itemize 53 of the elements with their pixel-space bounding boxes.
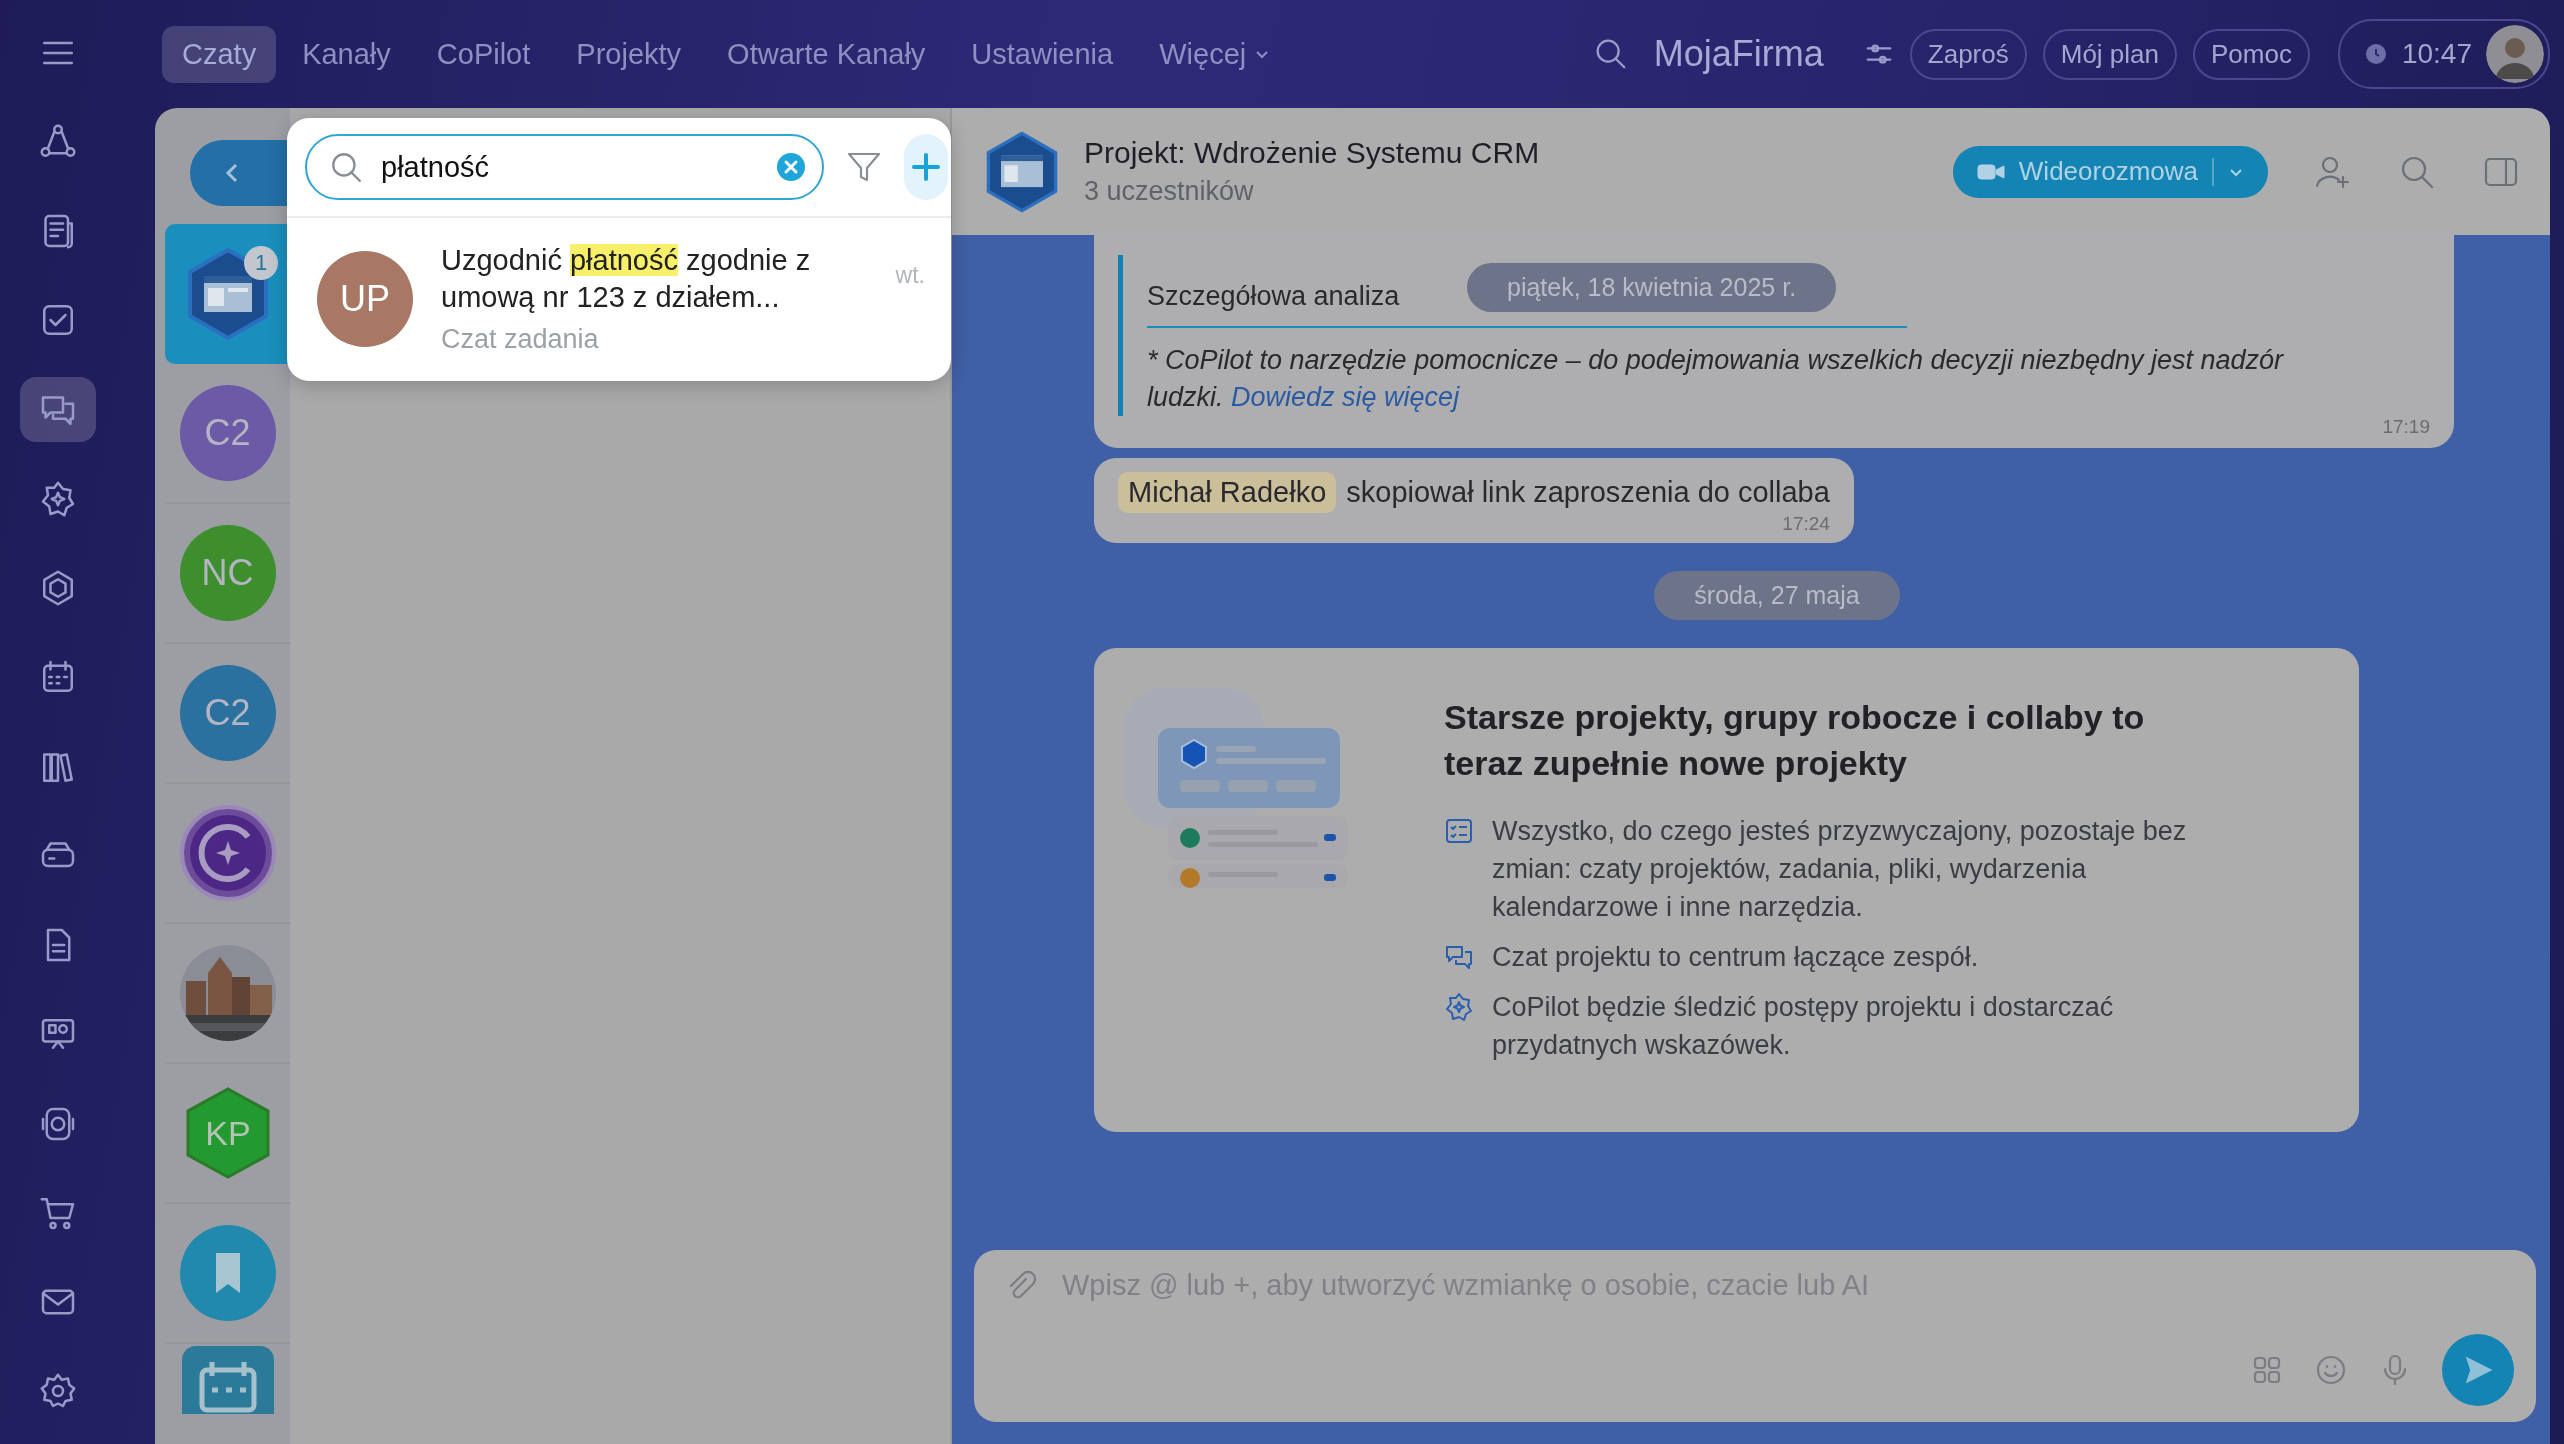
date-pill: środa, 27 maja: [1654, 571, 1900, 620]
search-result[interactable]: UP Uzgodnić płatność zgodnie z umową nr 123 z działem... wt. Czat zadania: [287, 218, 951, 381]
plus-icon: [910, 151, 942, 183]
result-subtitle: Czat zadania: [441, 324, 600, 355]
header-button[interactable]: Mój plan: [2042, 28, 2177, 80]
result-time: wt.: [895, 262, 925, 289]
participants-count[interactable]: 3 uczestników: [1084, 176, 1933, 207]
clear-icon[interactable]: [776, 152, 806, 182]
chat-title: Projekt: Wdrożenie Systemu CRM: [1084, 136, 1541, 170]
card-item-text: Czat projektu to centrum łączące zespół.: [1492, 941, 1980, 974]
nav-tab[interactable]: Czaty: [162, 25, 277, 83]
card-title: Starsze projekty, grupy robocze i collaby to teraz zupełnie nowe projekty: [1444, 697, 2146, 784]
card-item-text: CoPilot będzie śledzić postępy projektu i dostarczać przydatnych wskazówek.: [1492, 991, 2115, 1062]
user-avatar[interactable]: [2486, 25, 2544, 83]
nav-tab[interactable]: Otwarte Kanały: [707, 25, 946, 83]
chat-item[interactable]: 1: [165, 224, 290, 364]
search-input[interactable]: płatność: [379, 149, 760, 185]
search-field[interactable]: płatność: [305, 134, 824, 200]
clock-widget[interactable]: 10:47: [2337, 19, 2550, 89]
message-time: 17:19: [2381, 416, 2430, 438]
video-call-button[interactable]: Wideorozmowa: [1952, 145, 2268, 198]
message-time: 17:24: [1781, 513, 1830, 535]
checklist-icon: [1444, 816, 1474, 846]
nav-tab[interactable]: Kanały: [282, 25, 411, 83]
card-item-text: Wszystko, do czego jesteś przyzwyczajony, pozostaje bez zmian: czaty projektów, zadania, pliki, wydarzenia kalendarzowe i inne narzędzia.: [1492, 815, 2188, 924]
unread-badge: 1: [244, 246, 278, 280]
avatar: UP: [317, 250, 413, 347]
nav-tab[interactable]: Więcej: [1139, 25, 1291, 83]
avatar: C2: [179, 665, 276, 761]
chat-item[interactable]: C2: [165, 364, 290, 504]
header-button[interactable]: Pomoc: [2193, 28, 2310, 80]
avatar: NC: [179, 525, 276, 621]
add-button[interactable]: [904, 134, 948, 200]
chat-item[interactable]: C2: [165, 644, 290, 784]
nav-tab[interactable]: Projekty: [556, 25, 702, 83]
clock-time: 10:47: [2401, 38, 2472, 70]
brand-name: MojaFirma: [1653, 33, 1824, 75]
clock-icon: [2363, 42, 2388, 66]
chat-icon[interactable]: [19, 377, 96, 443]
learn-more-link[interactable]: Dowiedz się więcej: [1231, 382, 1460, 412]
search-icon: [329, 150, 363, 184]
disclaimer-text: * CoPilot to narzędzie pomocnicze – do podejmowania wszelkich decyzji niezbędny jest nadzór ludzki. Dowiedz się więcej: [1147, 344, 2285, 414]
header-button[interactable]: Zaproś: [1909, 28, 2027, 80]
result-title: Uzgodnić płatność zgodnie z umową nr 123 z działem...: [441, 243, 812, 315]
user-mention[interactable]: Michał Radełko: [1118, 472, 1337, 513]
nav-tab[interactable]: CoPilot: [416, 25, 551, 83]
nav-tab[interactable]: Ustawienia: [951, 25, 1134, 83]
date-pill: piątek, 18 kwietnia 2025 r.: [1467, 263, 1837, 312]
sparkle-icon: [1444, 992, 1474, 1022]
back-button[interactable]: [190, 140, 290, 206]
camera-icon: [1976, 161, 2005, 182]
avatar: C2: [179, 385, 276, 481]
system-message: skopiował link zaproszenia do collaba: [1346, 476, 1830, 509]
